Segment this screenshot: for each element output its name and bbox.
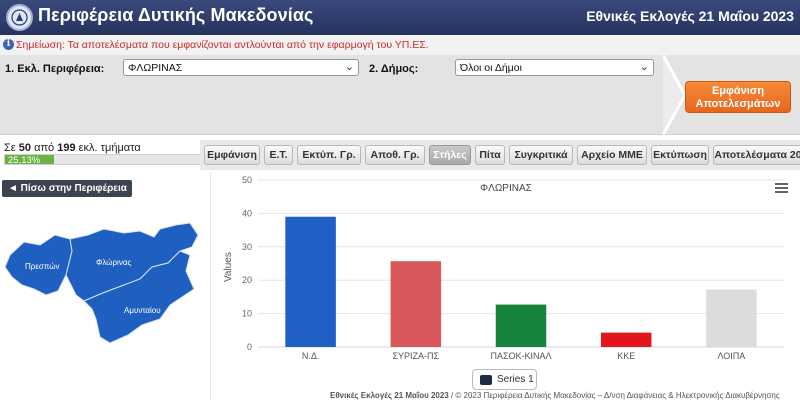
region-logo-icon bbox=[6, 4, 33, 31]
region-label: 1. Εκλ. Περιφέρεια: bbox=[5, 63, 105, 75]
precincts-counted-text: Σε 50 από 199 εκλ. τμήματα bbox=[4, 142, 141, 154]
tab-7[interactable]: Αρχείο ΜΜΕ bbox=[577, 145, 647, 165]
x-tick-label: ΠΑΣΟΚ-ΚΙΝΑΛ bbox=[490, 351, 551, 361]
municipality-select-value: Όλοι οι Δήμοι bbox=[460, 62, 522, 74]
municipality-map: Πρεσπών Φλώρινας Αμυνταίου bbox=[4, 222, 199, 344]
app-title: Περιφέρεια Δυτικής Μακεδονίας bbox=[38, 5, 314, 25]
show-results-label-1: Εμφάνιση bbox=[711, 85, 765, 97]
y-tick-label: 30 bbox=[242, 242, 252, 252]
filters-panel: 1. Εκλ. Περιφέρεια: ΦΛΩΡΙΝΑΣ ⌄ 2. Δήμος:… bbox=[0, 55, 800, 135]
progress-middle: από bbox=[34, 142, 55, 154]
tab-4[interactable]: Στήλες bbox=[429, 145, 471, 165]
election-title: Εθνικές Εκλογές 21 Μαΐου 2023 bbox=[586, 8, 794, 24]
tab-5[interactable]: Πίτα bbox=[475, 145, 505, 165]
x-tick-label: Ν.Δ. bbox=[302, 351, 320, 361]
bar[interactable] bbox=[600, 332, 652, 347]
progress-counted: 50 bbox=[18, 142, 32, 154]
back-to-region-button[interactable]: ◄ Πίσω στην Περιφέρεια bbox=[2, 180, 132, 197]
progress-suffix: εκλ. τμήματα bbox=[78, 142, 141, 154]
app-header: Περιφέρεια Δυτικής Μακεδονίας Εθνικές Εκ… bbox=[0, 0, 800, 35]
x-tick-label: ΚΚΕ bbox=[617, 351, 635, 361]
chevron-down-icon: ⌄ bbox=[344, 61, 354, 73]
region-select[interactable]: ΦΛΩΡΙΝΑΣ ⌄ bbox=[123, 59, 359, 76]
legend-swatch bbox=[480, 375, 492, 385]
x-tick-label: ΣΥΡΙΖΑ-ΠΣ bbox=[392, 351, 439, 361]
map-label-prespes: Πρεσπών bbox=[25, 262, 59, 271]
map-label-amyntaio: Αμυνταίου bbox=[124, 306, 161, 315]
x-tick-label: ΛΟΙΠΑ bbox=[717, 351, 745, 361]
map-label-florina: Φλώρινας bbox=[96, 258, 131, 267]
show-results-button[interactable]: Εμφάνιση Αποτελεσμάτων bbox=[685, 81, 791, 113]
tab-8[interactable]: Εκτύπωση bbox=[651, 145, 709, 165]
bar-chart: 0 10 20 30 40 50 Ν.Δ. ΣΥΡΙΖΑ-ΠΣ ΠΑΣΟΚ-ΚΙΝΑΛ ΚΚΕ ΛΟ… bbox=[242, 175, 784, 361]
footer-copyright: / © 2023 Περιφέρεια Δυτικής Μακεδονίας –… bbox=[448, 391, 780, 400]
tab-0[interactable]: Εμφάνιση bbox=[204, 145, 260, 165]
bar[interactable] bbox=[495, 304, 547, 347]
progress-percent: 25,13% bbox=[8, 155, 41, 166]
municipality-select[interactable]: Όλοι οι Δήμοι ⌄ bbox=[455, 59, 654, 76]
notice-bar: i Σημείωση: Τα αποτελέσματα που εμφανίζο… bbox=[0, 35, 800, 55]
y-tick-label: 10 bbox=[242, 309, 252, 319]
view-toolbar: Εμφάνιση Ε.Τ. Εκτύπ. Γρ. Αποθ. Γρ. Στήλες Πίτ… bbox=[200, 140, 800, 170]
y-tick-label: 20 bbox=[242, 275, 252, 285]
chart-legend[interactable]: Series 1 bbox=[472, 369, 537, 390]
footer-election: Εθνικές Εκλογές 21 Μαΐου 2023 bbox=[330, 391, 449, 400]
progress-prefix: Σε bbox=[4, 142, 16, 154]
step-arrow-divider bbox=[663, 55, 685, 135]
legend-series-label: Series 1 bbox=[497, 374, 534, 385]
info-icon: i bbox=[3, 39, 14, 50]
tab-9[interactable]: Αποτελέσματα 20 bbox=[713, 145, 800, 165]
tab-6[interactable]: Συγκριτικά bbox=[509, 145, 573, 165]
tab-1[interactable]: Ε.Τ. bbox=[264, 145, 293, 165]
tab-2[interactable]: Εκτύπ. Γρ. bbox=[297, 145, 361, 165]
region-select-value: ΦΛΩΡΙΝΑΣ bbox=[128, 62, 183, 74]
progress-total: 199 bbox=[57, 142, 76, 154]
municipality-label: 2. Δήμος: bbox=[369, 63, 419, 75]
y-tick-label: 0 bbox=[247, 342, 252, 352]
show-results-label-2: Αποτελεσμάτων bbox=[695, 98, 781, 110]
chevron-down-icon: ⌄ bbox=[639, 61, 649, 73]
y-tick-label: 50 bbox=[242, 175, 252, 185]
bar[interactable] bbox=[390, 261, 442, 347]
y-tick-label: 40 bbox=[242, 208, 252, 218]
bar[interactable] bbox=[706, 289, 757, 347]
notice-text: Σημείωση: Τα αποτελέσματα που εμφανίζοντ… bbox=[16, 39, 429, 51]
page-footer: Εθνικές Εκλογές 21 Μαΐου 2023 / © 2023 Π… bbox=[330, 391, 780, 400]
bar[interactable] bbox=[285, 216, 336, 347]
tab-3[interactable]: Αποθ. Γρ. bbox=[365, 145, 425, 165]
